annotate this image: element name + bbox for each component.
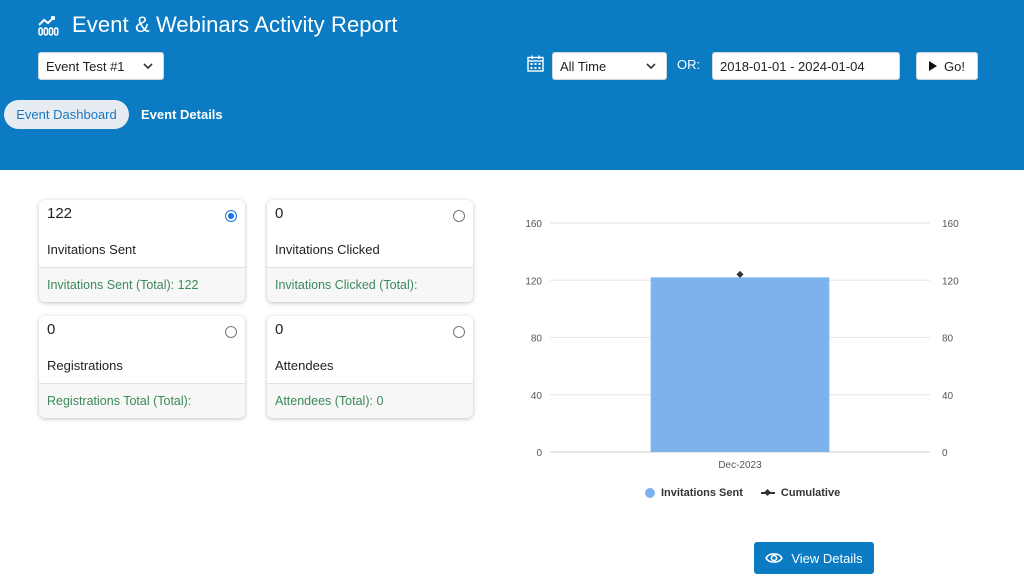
card-footer: Attendees (Total): 0 xyxy=(267,383,473,418)
chevron-down-icon xyxy=(646,63,656,70)
card-radio[interactable] xyxy=(453,326,465,338)
card-invitations-sent[interactable]: 122 Invitations Sent Invitations Sent (T… xyxy=(39,200,245,302)
y-tick-label-right: 80 xyxy=(942,334,954,345)
play-icon xyxy=(929,61,938,71)
card-value: 0 xyxy=(47,321,56,338)
report-header: Event & Webinars Activity Report Event T… xyxy=(0,0,1024,170)
view-details-label: View Details xyxy=(791,550,863,566)
page-title: Event & Webinars Activity Report xyxy=(72,12,398,37)
card-footer-text: Attendees (Total): 0 xyxy=(275,394,384,408)
card-label: Invitations Clicked xyxy=(275,242,380,257)
tab-event-dashboard[interactable]: Event Dashboard xyxy=(4,100,129,129)
legend-item-cumulative[interactable]: Cumulative xyxy=(781,487,840,499)
time-range-select-value: All Time xyxy=(560,58,607,74)
go-button[interactable]: Go! xyxy=(916,52,978,80)
y-tick-label-right: 120 xyxy=(942,276,959,287)
card-radio[interactable] xyxy=(225,210,237,222)
title-row: Event & Webinars Activity Report xyxy=(38,12,398,38)
eye-icon xyxy=(765,553,784,563)
calendar-icon[interactable] xyxy=(527,55,544,72)
bar xyxy=(650,277,830,452)
y-tick-label-left: 80 xyxy=(531,334,543,345)
y-tick-label-right: 0 xyxy=(942,448,948,459)
y-tick-label-left: 160 xyxy=(525,219,542,230)
card-value: 122 xyxy=(47,205,73,222)
card-attendees[interactable]: 0 Attendees Attendees (Total): 0 xyxy=(267,316,473,418)
go-button-label: Go! xyxy=(944,58,965,74)
card-footer-text: Invitations Sent (Total): 122 xyxy=(47,278,199,292)
y-tick-label-right: 160 xyxy=(942,219,959,230)
date-range-input[interactable] xyxy=(712,52,900,80)
legend-line-marker xyxy=(760,488,775,498)
x-tick-label: Dec-2023 xyxy=(718,460,762,471)
card-radio[interactable] xyxy=(225,326,237,338)
card-radio[interactable] xyxy=(453,210,465,222)
legend-bar-marker xyxy=(645,488,655,498)
y-tick-label-left: 120 xyxy=(525,276,542,287)
event-select-value: Event Test #1 xyxy=(46,58,125,74)
chart-legend: Invitations Sent Cumulative xyxy=(645,487,840,499)
or-label: OR: xyxy=(677,57,701,72)
y-tick-label-right: 40 xyxy=(942,391,954,402)
card-footer: Invitations Sent (Total): 122 xyxy=(39,267,245,302)
card-invitations-clicked[interactable]: 0 Invitations Clicked Invitations Clicke… xyxy=(267,200,473,302)
card-footer: Invitations Clicked (Total): xyxy=(267,267,473,302)
tab-event-details[interactable]: Event Details xyxy=(141,100,223,129)
card-footer-text: Registrations Total (Total): xyxy=(47,394,192,408)
chevron-down-icon xyxy=(143,63,153,70)
card-registrations[interactable]: 0 Registrations Registrations Total (Tot… xyxy=(39,316,245,418)
line-chart-icon xyxy=(38,16,59,36)
card-label: Attendees xyxy=(275,358,334,373)
cumulative-point xyxy=(736,270,744,278)
activity-chart: 0 0 40 40 80 80 120 120 160 160 Dec-2023 Invitatio… xyxy=(500,190,1000,520)
event-select[interactable]: Event Test #1 xyxy=(38,52,164,80)
card-value: 0 xyxy=(275,205,284,222)
y-tick-label-left: 0 xyxy=(536,448,542,459)
chart-svg: 0 0 40 40 80 80 120 120 160 160 Dec-2023 xyxy=(525,219,959,471)
legend-item-invitations-sent[interactable]: Invitations Sent xyxy=(661,487,743,499)
card-label: Invitations Sent xyxy=(47,242,136,257)
card-footer-text: Invitations Clicked (Total): xyxy=(275,278,418,292)
y-tick-label-left: 40 xyxy=(531,391,543,402)
time-range-select[interactable]: All Time xyxy=(552,52,667,80)
card-value: 0 xyxy=(275,321,284,338)
card-label: Registrations xyxy=(47,358,123,373)
card-footer: Registrations Total (Total): xyxy=(39,383,245,418)
view-details-button[interactable]: View Details xyxy=(754,542,874,574)
